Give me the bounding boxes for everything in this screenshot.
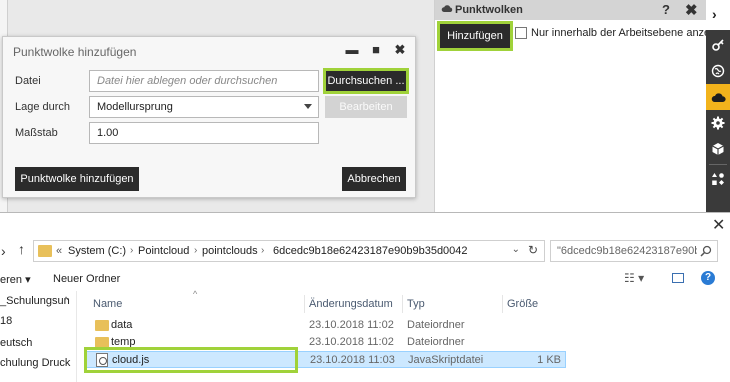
add-pointcloud-dialog: Punktwolke hinzufügen ▬ ■ ✖ Datei Datei … [2, 36, 416, 198]
scale-input[interactable]: 1.00 [89, 122, 319, 144]
browse-button[interactable]: Durchsuchen ... [323, 68, 409, 94]
breadcrumb-separator: › [130, 245, 134, 256]
file-explorer-window: ✕ › ↑ « System (C:) › Pointcloud › point… [0, 212, 730, 382]
edit-button[interactable]: Bearbeiten [325, 96, 407, 118]
breadcrumb-pointcloud[interactable]: Pointcloud [138, 245, 189, 257]
nav-item[interactable]: chulung Druck [0, 357, 70, 369]
file-type: Dateiordner [407, 336, 465, 348]
breadcrumb-pointclouds[interactable]: pointclouds [202, 245, 258, 257]
position-select[interactable]: Modellursprung [89, 96, 319, 118]
address-dropdown-icon[interactable]: ⌄ [512, 244, 520, 255]
chevron-down-icon [304, 104, 312, 109]
breadcrumb-separator: › [194, 245, 198, 256]
add-button[interactable]: Hinzufügen [437, 21, 513, 51]
search-icon [700, 245, 712, 260]
file-date: 23.10.2018 11:02 [309, 319, 394, 331]
address-bar[interactable]: « System (C:) › Pointcloud › pointclouds… [33, 240, 545, 262]
column-separator [304, 295, 305, 313]
toolbar-divider [709, 164, 727, 165]
file-type: Dateiordner [407, 319, 465, 331]
nav-item[interactable]: eutsch [0, 337, 32, 349]
workplane-only-label: Nur innerhalb der Arbeitsebene anzeigen [531, 27, 730, 39]
gear-icon [711, 116, 725, 130]
file-name: data [111, 319, 133, 331]
file-label: Datei [15, 75, 41, 87]
toolbar-top: › [706, 0, 730, 30]
folder-icon [38, 245, 52, 257]
right-toolbar: › [706, 0, 730, 212]
file-date: 23.10.2018 11:02 [309, 336, 394, 348]
column-separator [402, 295, 403, 313]
objects-button[interactable] [706, 166, 730, 192]
explorer-close-button[interactable]: ✕ [712, 215, 725, 235]
panel-header: Punktwolken ? ✖ [435, 0, 707, 20]
column-header-type[interactable]: Typ [407, 298, 425, 310]
address-overflow[interactable]: « [56, 245, 62, 257]
column-separator [502, 295, 503, 313]
pane-divider [76, 291, 77, 382]
objects-icon [712, 173, 724, 185]
folder-icon [95, 320, 109, 331]
breadcrumb-system[interactable]: System (C:) [68, 245, 126, 257]
nav-item[interactable]: _Schulungsun [0, 295, 70, 307]
globe-button[interactable] [706, 58, 730, 84]
file-input[interactable]: Datei hier ablegen oder durchsuchen [89, 70, 319, 92]
scale-label: Maßstab [15, 127, 58, 139]
file-date: 23.10.2018 11:03 [310, 354, 395, 366]
cancel-button[interactable]: Abbrechen [342, 167, 406, 191]
column-header-date[interactable]: Änderungsdatum [309, 298, 393, 310]
add-pointcloud-button[interactable]: Punktwolke hinzufügen [15, 167, 139, 191]
cloud-js-highlight [84, 347, 298, 373]
preview-pane-icon[interactable] [672, 273, 684, 283]
file-size: 1 KB [537, 354, 561, 366]
panel-title: Punktwolken [455, 4, 523, 16]
cloud-icon [441, 4, 453, 16]
globe-icon [711, 64, 725, 78]
position-label: Lage durch [15, 101, 71, 113]
sort-indicator-icon: ^ [193, 289, 198, 299]
column-header-name[interactable]: Name [93, 298, 122, 310]
file-type: JavaSkriptdatei [408, 354, 484, 366]
chevron-right-icon[interactable]: › [712, 6, 717, 22]
cloud-icon [711, 92, 726, 102]
breadcrumb-separator: › [261, 245, 265, 256]
maximize-button[interactable]: ■ [369, 42, 383, 58]
breadcrumb-hash-folder[interactable]: 6dcedc9b18e62423187e90b9b35d0042 [273, 245, 468, 257]
back-arrow-icon[interactable]: › [1, 243, 6, 259]
help-icon[interactable]: ? [701, 271, 715, 285]
new-folder-button[interactable]: Neuer Ordner [53, 273, 120, 285]
workplane-only-checkbox[interactable] [515, 27, 527, 39]
settings-key-icon [712, 39, 724, 51]
gear-button[interactable] [706, 110, 730, 136]
dialog-title: Punktwolke hinzufügen [13, 45, 137, 59]
column-header-size[interactable]: Größe [507, 298, 538, 310]
cube-button[interactable] [706, 136, 730, 162]
organize-menu[interactable]: eren ▾ [0, 273, 31, 286]
help-button[interactable]: ? [662, 2, 670, 17]
panel-close-button[interactable]: ✖ [685, 1, 698, 19]
file-row-data[interactable]: data 23.10.2018 11:02 Dateiordner [86, 317, 566, 334]
pointclouds-panel: Punktwolken ? ✖ Hinzufügen Nur innerhalb… [434, 0, 730, 212]
close-button[interactable]: ✖ [393, 42, 407, 58]
search-text: "6dcedc9b18e62423187e90b9... [557, 245, 697, 257]
up-arrow-icon[interactable]: ↑ [18, 241, 25, 257]
settings-key-button[interactable] [706, 32, 730, 58]
pointcloud-button[interactable] [706, 84, 730, 110]
scroll-up-icon[interactable]: ^ [64, 295, 68, 305]
dialog-window-controls: ▬ ■ ✖ [345, 42, 407, 58]
position-select-value: Modellursprung [97, 101, 173, 113]
nav-item[interactable]: 18 [0, 315, 12, 327]
search-input[interactable]: "6dcedc9b18e62423187e90b9... [550, 240, 718, 262]
refresh-icon[interactable]: ↻ [528, 243, 538, 257]
cube-icon [712, 143, 724, 155]
minimize-button[interactable]: ▬ [345, 42, 359, 58]
view-options-icon[interactable]: ☷ ▾ [624, 271, 644, 285]
